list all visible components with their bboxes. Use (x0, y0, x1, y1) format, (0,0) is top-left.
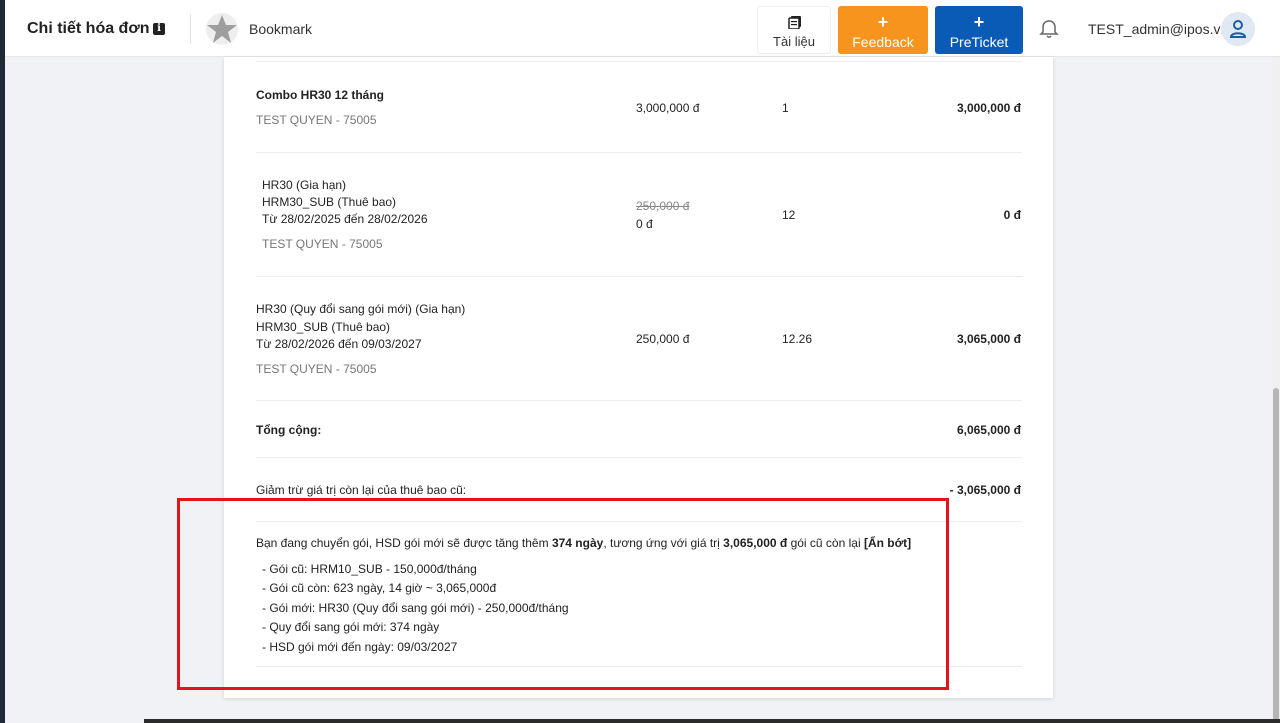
bell-icon[interactable] (1038, 18, 1060, 40)
star-icon[interactable] (205, 12, 239, 46)
header-divider (190, 14, 191, 44)
item-quantity: 1 (782, 101, 789, 115)
item-quantity: 12.26 (782, 332, 813, 346)
item-total: 3,065,000 đ (956, 332, 1021, 346)
row-divider (256, 400, 1022, 401)
item-subscription: HRM30_SUB (Thuê bao) (262, 195, 397, 209)
preticket-button[interactable]: + PreTicket (935, 6, 1023, 54)
item-name: HR30 (Gia hạn) (262, 178, 347, 192)
total-label: Tổng cộng: (256, 423, 322, 437)
item-price: 3,000,000 đ (636, 101, 700, 115)
item-price: 250,000 đ (636, 332, 690, 346)
plus-icon: + (877, 12, 889, 32)
feedback-label: Feedback (852, 34, 914, 50)
item-old-price: 250,000 đ (636, 199, 690, 213)
item-name: HR30 (Quy đổi sang gói mới) (Gia hạn) (256, 302, 466, 316)
scrollbar-thumb[interactable] (1273, 388, 1279, 723)
highlight-annotation-box (177, 498, 949, 690)
item-name: Combo HR30 12 tháng (256, 88, 385, 102)
item-customer: TEST QUYEN - 75005 (256, 113, 377, 127)
row-divider (256, 152, 1022, 153)
item-total: 0 đ (1003, 208, 1021, 222)
avatar[interactable] (1221, 12, 1255, 46)
info-icon[interactable]: i (153, 23, 165, 35)
row-divider (256, 61, 1022, 62)
documents-icon (788, 16, 801, 29)
item-subscription: HRM30_SUB (Thuê bao) (256, 320, 391, 334)
deduction-label: Giảm trừ giá trị còn lại của thuê bao cũ… (256, 483, 467, 497)
page-title: Chi tiết hóa đơn (27, 20, 150, 37)
item-period: Từ 28/02/2025 đến 28/02/2026 (262, 212, 428, 226)
left-sidebar-edge (0, 0, 5, 723)
user-icon (1229, 20, 1247, 38)
deduction-value: - 3,065,000 đ (949, 483, 1021, 497)
total-value: 6,065,000 đ (956, 423, 1021, 437)
docs-label: Tài liệu (773, 34, 815, 49)
user-email[interactable]: TEST_admin@ipos.vn (1088, 21, 1228, 37)
bookmark-label[interactable]: Bookmark (249, 21, 312, 37)
item-period: Từ 28/02/2026 đến 09/03/2027 (256, 337, 422, 351)
docs-button[interactable]: Tài liệu (757, 6, 831, 54)
bottom-edge (144, 719, 1280, 723)
feedback-button[interactable]: + Feedback (838, 6, 928, 54)
item-customer: TEST QUYEN - 75005 (262, 237, 383, 251)
item-total: 3,000,000 đ (956, 101, 1021, 115)
row-divider (256, 276, 1022, 277)
top-header: Chi tiết hóa đơn i Bookmark Tài liệu + F… (5, 0, 1280, 57)
item-price: 0 đ (636, 217, 653, 231)
row-divider (256, 457, 1022, 458)
preticket-label: PreTicket (949, 34, 1009, 50)
plus-icon: + (973, 12, 985, 32)
item-quantity: 12 (782, 208, 796, 222)
item-customer: TEST QUYEN - 75005 (256, 362, 377, 376)
